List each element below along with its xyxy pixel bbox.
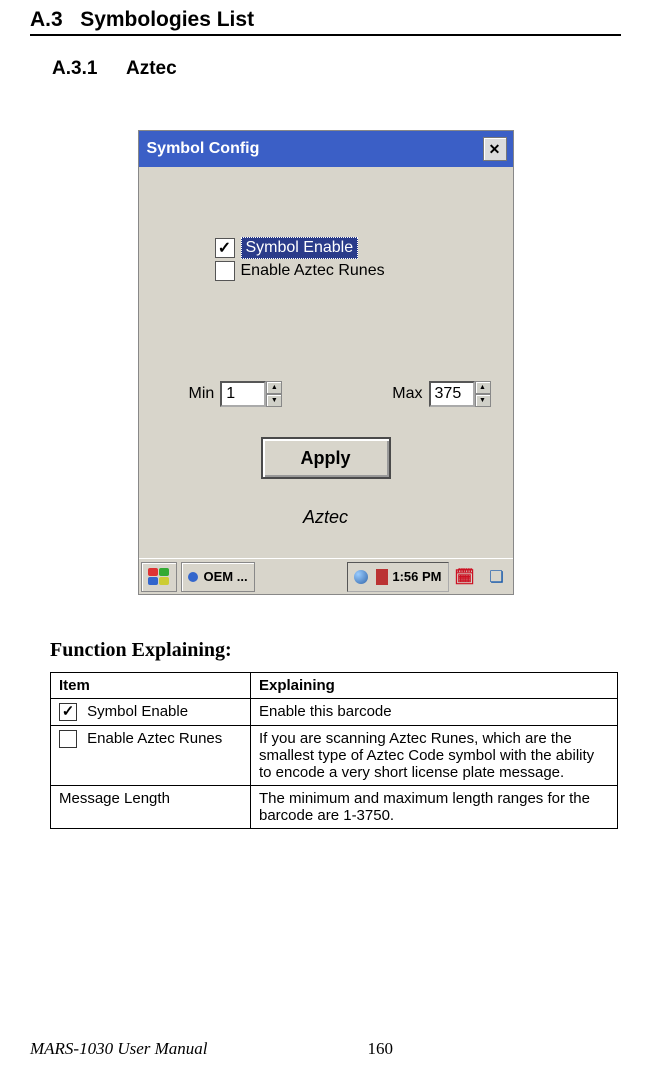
spin-up-icon[interactable]: ▲ — [475, 381, 491, 394]
function-explaining-heading: Function Explaining: — [50, 639, 621, 662]
row-item: Message Length — [51, 786, 251, 829]
titlebar: Symbol Config ✕ — [139, 131, 513, 167]
row-explain: If you are scanning Aztec Runes, which a… — [251, 726, 618, 786]
minmax-row: Min 1 ▲ ▼ Max 375 ▲ — [159, 381, 493, 407]
checkbox-checked-icon[interactable]: ✓ — [215, 238, 235, 258]
system-tray[interactable]: 1:56 PM — [347, 562, 448, 592]
table-header-row: Item Explaining — [51, 673, 618, 699]
max-label: Max — [392, 385, 422, 403]
checkbox-checked-icon: ✓ — [59, 703, 77, 721]
section-title: Symbologies List — [80, 8, 254, 31]
table-row: Message Length The minimum and maximum l… — [51, 786, 618, 829]
subsection-number: A.3.1 — [52, 58, 97, 79]
app-icon — [188, 572, 198, 582]
min-group: Min 1 ▲ ▼ — [189, 381, 283, 407]
subsection-heading: A.3.1 Aztec — [52, 58, 621, 80]
dialog-panel: ✓ Symbol Enable Enable Aztec Runes Min 1… — [139, 167, 513, 558]
subsection-title: Aztec — [126, 58, 177, 79]
close-button[interactable]: ✕ — [483, 137, 507, 161]
clock: 1:56 PM — [392, 569, 441, 584]
windows-flag-icon — [148, 568, 170, 586]
col-explain: Explaining — [251, 673, 618, 699]
start-button[interactable] — [141, 562, 177, 592]
page-number: 160 — [368, 1039, 394, 1059]
table-row: Enable Aztec Runes If you are scanning A… — [51, 726, 618, 786]
manual-title: MARS-1030 User Manual — [30, 1039, 208, 1059]
row-explain: The minimum and maximum length ranges fo… — [251, 786, 618, 829]
option-enable-runes[interactable]: Enable Aztec Runes — [215, 261, 493, 281]
close-icon: ✕ — [489, 141, 501, 158]
option-label: Symbol Enable — [241, 237, 359, 259]
bluetooth-icon — [376, 569, 388, 585]
max-spinner[interactable]: ▲ ▼ — [475, 381, 491, 407]
row-item: Enable Aztec Runes — [87, 730, 222, 747]
min-input[interactable]: 1 — [220, 381, 266, 407]
max-input[interactable]: 375 — [429, 381, 475, 407]
spin-down-icon[interactable]: ▼ — [266, 394, 282, 407]
table-row: ✓ Symbol Enable Enable this barcode — [51, 699, 618, 726]
dialog-title: Symbol Config — [147, 140, 260, 158]
panel-name: Aztec — [159, 507, 493, 528]
taskbar-item-oem[interactable]: OEM ... — [181, 562, 255, 592]
section-number: A.3 — [30, 8, 63, 31]
dialog-window: Symbol Config ✕ ✓ Symbol Enable Enable A… — [138, 130, 514, 595]
col-item: Item — [51, 673, 251, 699]
max-group: Max 375 ▲ ▼ — [392, 381, 490, 407]
apply-button[interactable]: Apply — [261, 437, 391, 479]
section-heading: A.3 Symbologies List — [30, 8, 621, 36]
taskbar-app-label: OEM ... — [204, 569, 248, 584]
calendar-icon[interactable]: 🗓 — [451, 563, 479, 591]
function-table: Item Explaining ✓ Symbol Enable Enable t… — [50, 672, 618, 829]
option-symbol-enable[interactable]: ✓ Symbol Enable — [215, 237, 493, 259]
taskbar: OEM ... 1:56 PM 🗓 ❏ — [139, 558, 513, 594]
checkbox-unchecked-icon[interactable] — [215, 261, 235, 281]
min-spinner[interactable]: ▲ ▼ — [266, 381, 282, 407]
spin-up-icon[interactable]: ▲ — [266, 381, 282, 394]
network-icon — [354, 570, 368, 584]
cascade-windows-icon[interactable]: ❏ — [483, 563, 511, 591]
row-explain: Enable this barcode — [251, 699, 618, 726]
option-label: Enable Aztec Runes — [241, 262, 385, 280]
row-item: Symbol Enable — [87, 703, 188, 720]
min-label: Min — [189, 385, 215, 403]
spin-down-icon[interactable]: ▼ — [475, 394, 491, 407]
page-footer: MARS-1030 User Manual 160 — [30, 1039, 621, 1059]
checkbox-unchecked-icon — [59, 730, 77, 748]
